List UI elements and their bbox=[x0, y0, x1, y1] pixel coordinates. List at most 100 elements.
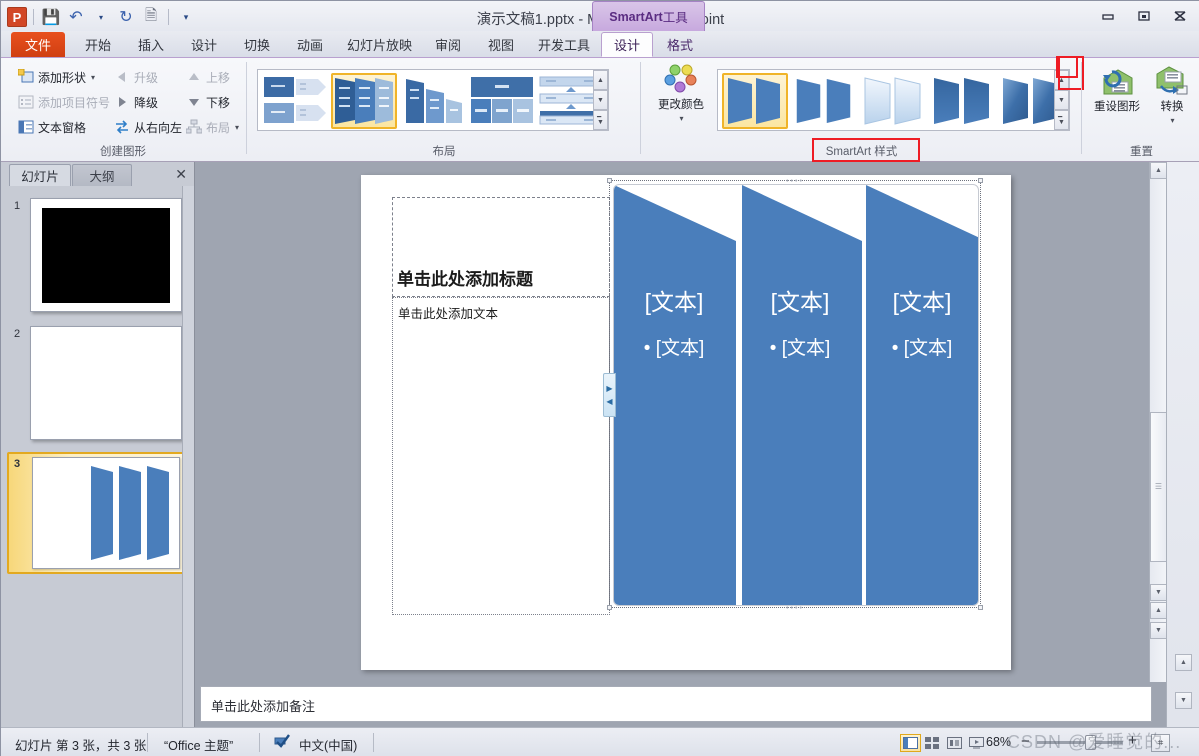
smartart-handle-tr[interactable] bbox=[978, 178, 983, 183]
tab-review[interactable]: 审阅 bbox=[425, 32, 471, 57]
promote-button[interactable]: 升级 bbox=[111, 66, 161, 88]
tab-home[interactable]: 开始 bbox=[75, 32, 121, 57]
tab-smartart-format[interactable]: 格式 bbox=[657, 32, 703, 57]
zoom-in-button[interactable]: + bbox=[1128, 732, 1137, 749]
tab-animations[interactable]: 动画 bbox=[287, 32, 333, 57]
convert-button[interactable]: 转换 ▾ bbox=[1146, 64, 1198, 125]
smartart-shape-3[interactable]: [文本] • [文本] bbox=[862, 185, 978, 605]
layout-scroll-up-button[interactable]: ▲ bbox=[593, 70, 608, 90]
scroll-thumb[interactable]: ☰ bbox=[1150, 412, 1167, 562]
change-colors-dropdown-icon[interactable]: ▾ bbox=[679, 114, 683, 123]
tab-design[interactable]: 设计 bbox=[181, 32, 227, 57]
redo-icon[interactable]: ↻ bbox=[115, 6, 137, 28]
layout-more-button[interactable]: ━ ▼ bbox=[593, 110, 608, 130]
zoom-out-button[interactable]: − bbox=[1021, 733, 1030, 750]
view-normal-button[interactable] bbox=[900, 734, 921, 752]
scroll-up-button[interactable]: ▲ bbox=[1150, 162, 1167, 179]
tab-slides[interactable]: 幻灯片 bbox=[9, 164, 71, 186]
status-language[interactable]: 中文(中国) bbox=[299, 735, 357, 754]
move-up-button[interactable]: 上移 bbox=[183, 66, 233, 88]
restore-button[interactable] bbox=[1130, 6, 1158, 26]
undo-icon[interactable]: ↶ bbox=[65, 6, 87, 28]
demote-button[interactable]: 降级 bbox=[111, 91, 161, 113]
new-file-icon[interactable]: 🗎 bbox=[140, 6, 162, 28]
previous-slide-button[interactable]: ▲ bbox=[1150, 602, 1167, 619]
slide-thumbnail-row-2[interactable]: 2 bbox=[1, 324, 183, 446]
add-shape-button[interactable]: 添加形状 ▾ bbox=[15, 66, 98, 88]
save-icon[interactable]: 💾 bbox=[40, 6, 62, 28]
fit-to-window-button[interactable]: ⌗ bbox=[1151, 734, 1170, 752]
style-more-button[interactable]: ━ ▼ bbox=[1054, 110, 1069, 130]
tab-view[interactable]: 视图 bbox=[478, 32, 524, 57]
smartart-handle-br[interactable] bbox=[978, 605, 983, 610]
layout-thumb-3[interactable] bbox=[400, 73, 466, 129]
tab-smartart-design[interactable]: 设计 bbox=[601, 32, 653, 57]
text-pane-toggle[interactable]: ▶ ◀ bbox=[603, 373, 616, 417]
tab-file[interactable]: 文件 bbox=[11, 32, 65, 57]
gutter-scroll-down[interactable]: ▼ bbox=[1175, 692, 1192, 709]
status-theme[interactable]: “Office 主题” bbox=[164, 735, 233, 754]
scroll-down-button[interactable]: ▼ bbox=[1150, 584, 1167, 601]
spellcheck-icon[interactable] bbox=[273, 733, 291, 752]
zoom-slider-track[interactable] bbox=[1037, 741, 1123, 744]
change-colors-button[interactable]: 更改颜色 ▾ bbox=[651, 64, 711, 123]
tab-transitions[interactable]: 切换 bbox=[234, 32, 280, 57]
layout-scroll-down-button[interactable]: ▼ bbox=[593, 90, 608, 110]
view-slideshow-button[interactable] bbox=[966, 734, 987, 752]
smartart-handle-tl[interactable] bbox=[607, 178, 612, 183]
style-thumb-4[interactable] bbox=[929, 73, 995, 129]
slide-area-scrollbar[interactable]: ▲ ☰ ▼ ▲ ▼ bbox=[1149, 162, 1167, 682]
style-thumb-2[interactable] bbox=[791, 73, 857, 129]
smartart-shape-2[interactable]: [文本] • [文本] bbox=[738, 185, 862, 605]
layout-thumb-1[interactable] bbox=[262, 73, 328, 129]
slide-thumbnail-1[interactable] bbox=[30, 198, 182, 312]
smartart-shape-1[interactable]: [文本] • [文本] bbox=[614, 185, 736, 605]
style-thumb-1[interactable] bbox=[722, 73, 788, 129]
layout-thumb-2[interactable] bbox=[331, 73, 397, 129]
close-pane-icon[interactable]: ✕ bbox=[175, 166, 187, 183]
layout-thumb-4[interactable] bbox=[469, 73, 535, 129]
smartart-style-gallery[interactable]: ▲ ▼ ━ ▼ bbox=[717, 69, 1070, 131]
smartart-handle-bl[interactable] bbox=[607, 605, 612, 610]
slide-thumbnail-row-3[interactable]: 3 bbox=[1, 452, 183, 580]
powerpoint-logo-icon[interactable]: P bbox=[7, 7, 27, 27]
slide-canvas[interactable]: 单击此处添加标题 单击此处添加文本 [文本] • [文本] [文本] • [文本… bbox=[361, 175, 1011, 670]
notes-box[interactable]: 单击此处添加备注 bbox=[200, 686, 1152, 722]
tab-developer[interactable]: 开发工具 bbox=[528, 32, 600, 57]
right-to-left-button[interactable]: 从右向左 bbox=[111, 116, 185, 138]
undo-dropdown-icon[interactable]: ▾ bbox=[90, 6, 112, 28]
slide-thumbnail-row-1[interactable]: 1 bbox=[1, 196, 183, 318]
next-slide-button[interactable]: ▼ bbox=[1150, 622, 1167, 639]
layout-button[interactable]: 布局 ▾ bbox=[183, 116, 242, 138]
layout-gallery[interactable]: ▲ ▼ ━ ▼ bbox=[257, 69, 609, 131]
move-down-button[interactable]: 下移 bbox=[183, 91, 233, 113]
close-button[interactable] bbox=[1166, 6, 1194, 26]
smartart-graphic[interactable]: [文本] • [文本] [文本] • [文本] [文本] • [文本] ••••… bbox=[607, 178, 983, 612]
slide-thumbnail-3[interactable] bbox=[32, 457, 180, 569]
thumbnail-pane-scrollbar[interactable] bbox=[182, 186, 194, 727]
style-scroll-down-button[interactable]: ▼ bbox=[1054, 90, 1069, 110]
smartart-canvas[interactable]: [文本] • [文本] [文本] • [文本] [文本] • [文本] bbox=[613, 184, 979, 606]
add-shape-dropdown-icon[interactable]: ▾ bbox=[91, 73, 95, 82]
tab-outline[interactable]: 大纲 bbox=[72, 164, 132, 186]
slide-thumbnail-2[interactable] bbox=[30, 326, 182, 440]
gutter-scroll-up[interactable]: ▲ bbox=[1175, 654, 1192, 671]
convert-dropdown-icon[interactable]: ▾ bbox=[1170, 116, 1174, 125]
view-reading-button[interactable] bbox=[944, 734, 965, 752]
text-pane-button[interactable]: 文本窗格 bbox=[15, 116, 89, 138]
smartart-top-grip[interactable]: •••• bbox=[786, 178, 804, 185]
view-slide-sorter-button[interactable] bbox=[922, 734, 943, 752]
tab-insert[interactable]: 插入 bbox=[128, 32, 174, 57]
layout-dropdown-icon[interactable]: ▾ bbox=[235, 123, 239, 132]
add-bullet-button[interactable]: 添加项目符号 bbox=[15, 91, 113, 113]
style-scroll-up-button[interactable]: ▲ bbox=[1054, 70, 1069, 90]
tab-slideshow[interactable]: 幻灯片放映 bbox=[337, 32, 422, 57]
minimize-button[interactable] bbox=[1094, 6, 1122, 26]
body-placeholder[interactable]: 单击此处添加文本 bbox=[392, 297, 610, 615]
reset-graphic-button[interactable]: 重设图形 bbox=[1091, 64, 1143, 114]
title-placeholder[interactable]: 单击此处添加标题 bbox=[392, 197, 610, 297]
smartart-bottom-grip[interactable]: •••• bbox=[786, 605, 804, 612]
customize-qat-icon[interactable]: ▾ bbox=[175, 6, 197, 28]
style-thumb-3[interactable] bbox=[860, 73, 926, 129]
zoom-slider-knob[interactable] bbox=[1085, 735, 1096, 750]
